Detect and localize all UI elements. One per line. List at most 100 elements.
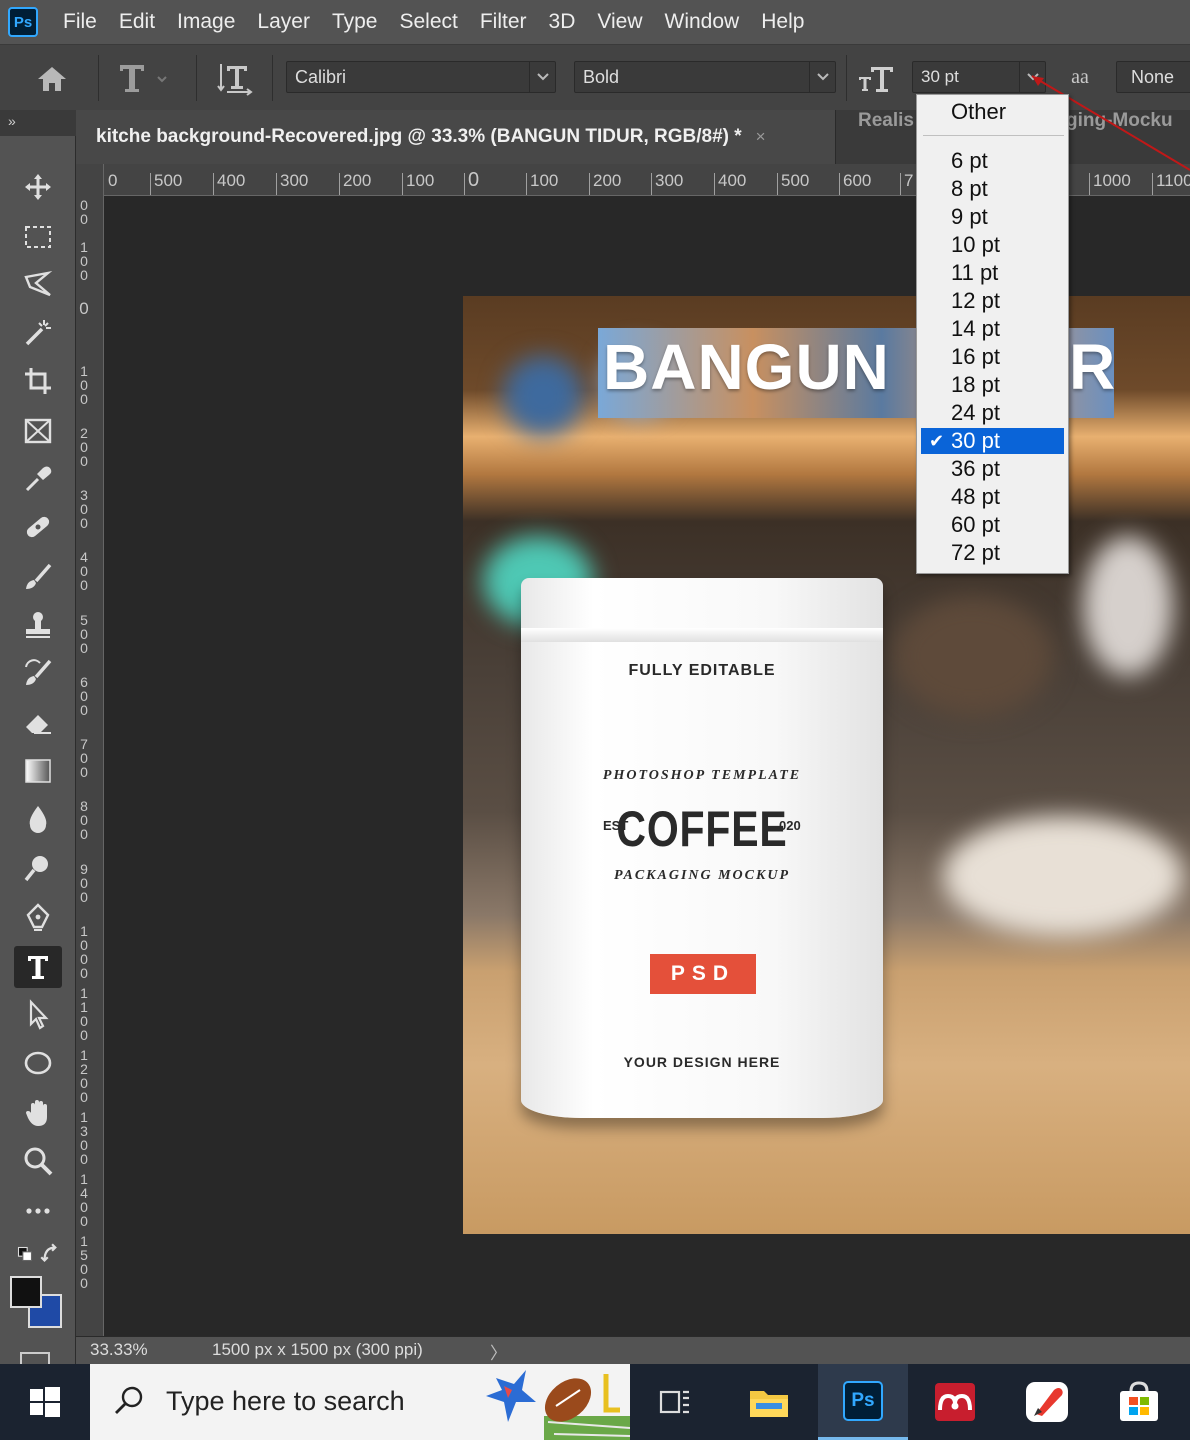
ruler-label: 700 [80,736,88,780]
search-icon [115,1386,143,1414]
size-option-18pt[interactable]: 18 pt [921,372,1064,398]
menu-view[interactable]: View [586,0,653,44]
gradient-tool-icon[interactable] [14,750,62,792]
status-bar: 33.33% 1500 px x 1500 px (300 ppi) 〉 [76,1336,1190,1364]
ruler-label: 200 [343,171,372,190]
magic-wand-icon[interactable] [14,312,62,354]
pdf-reader-app-icon[interactable] [1002,1364,1092,1440]
ruler-tick [651,173,652,195]
chevron-right-icon[interactable]: 〉 [490,1339,507,1364]
type-tool-preset-icon[interactable] [112,59,172,97]
taskbar-search-box[interactable]: Type here to search [90,1364,630,1440]
size-option-48pt[interactable]: 48 pt [921,484,1064,510]
menu-type[interactable]: Type [321,0,389,44]
pen-tool-icon[interactable] [14,896,62,938]
tab-title: kitche background-Recovered.jpg @ 33.3% … [96,126,742,147]
menu-edit[interactable]: Edit [108,0,166,44]
size-option-16pt[interactable]: 16 pt [921,344,1064,370]
pouch-year-text: 020 [779,818,801,833]
home-icon[interactable] [30,61,74,97]
dodge-tool-icon[interactable] [14,848,62,890]
eyedropper-icon[interactable] [14,458,62,500]
lasso-tool-icon[interactable] [14,264,62,306]
healing-brush-icon[interactable] [14,506,62,548]
psd-badge: PSD [650,954,756,994]
font-size-dropdown[interactable]: 30 pt [912,61,1046,93]
ruler-label: 1400 [80,1171,88,1229]
ruler-tick [339,173,340,195]
size-option-36pt[interactable]: 36 pt [921,456,1064,482]
panel-collapse-toggle[interactable]: » [0,110,76,136]
history-brush-icon[interactable] [14,652,62,694]
size-option-30pt-selected[interactable]: ✔ 30 pt [921,428,1064,454]
ruler-tick [1089,173,1090,195]
windows-taskbar: Type here to search Ps [0,1364,1190,1440]
microsoft-store-icon[interactable] [1094,1364,1184,1440]
ruler-label: 300 [655,171,684,190]
size-option-24pt[interactable]: 24 pt [921,400,1064,426]
size-option-11pt[interactable]: 11 pt [921,260,1064,286]
size-option-other[interactable]: Other [921,99,1064,125]
marquee-tool-icon[interactable] [14,216,62,258]
more-tools-icon[interactable] [14,1190,62,1232]
pouch-arc-top-text: PHOTOSHOP TEMPLATE [602,768,802,783]
menu-filter[interactable]: Filter [469,0,538,44]
menu-layer[interactable]: Layer [246,0,321,44]
divider [923,135,1064,136]
ruler-label: 800 [80,798,88,842]
size-option-10pt[interactable]: 10 pt [921,232,1064,258]
size-option-8pt[interactable]: 8 pt [921,176,1064,202]
menu-3d[interactable]: 3D [538,0,587,44]
menu-window[interactable]: Window [654,0,751,44]
size-option-72pt[interactable]: 72 pt [921,540,1064,566]
close-icon[interactable]: × [756,127,766,147]
size-option-14pt[interactable]: 14 pt [921,316,1064,342]
pouch-bottom-text: YOUR DESIGN HERE [623,1054,781,1070]
file-explorer-icon[interactable] [724,1364,814,1440]
clone-stamp-icon[interactable] [14,604,62,646]
toggle-text-orientation-icon[interactable] [212,59,258,97]
move-tool-icon[interactable] [14,166,62,208]
frame-tool-icon[interactable] [14,410,62,452]
font-family-dropdown[interactable]: Calibri [286,61,556,93]
task-view-icon[interactable] [630,1364,720,1440]
quick-mask-icon[interactable] [20,1352,50,1364]
ruler-tick [213,173,214,195]
menu-select[interactable]: Select [388,0,468,44]
swap-colors-icon[interactable] [14,1236,62,1272]
ellipse-tool-icon[interactable] [14,1042,62,1084]
tab-document-realistic[interactable]: Realis [858,110,914,164]
ruler-label: 900 [80,861,88,905]
foreground-color-swatch[interactable] [10,1276,42,1308]
size-option-12pt[interactable]: 12 pt [921,288,1064,314]
photoshop-logo-icon[interactable]: Ps [8,7,38,37]
font-style-dropdown[interactable]: Bold [574,61,836,93]
path-selection-icon[interactable] [14,994,62,1036]
banner-text-tail[interactable]: R [1069,330,1115,404]
size-option-6pt[interactable]: 6 pt [921,148,1064,174]
banner-text[interactable]: BANGUN [603,330,890,404]
menu-help[interactable]: Help [750,0,815,44]
ruler-label: 1200 [80,1047,88,1105]
photoshop-taskbar-icon[interactable]: Ps [818,1364,908,1440]
size-option-60pt[interactable]: 60 pt [921,512,1064,538]
mendeley-app-icon[interactable] [910,1364,1000,1440]
tab-active-document[interactable]: kitche background-Recovered.jpg @ 33.3% … [76,110,836,164]
windows-start-icon[interactable] [0,1364,90,1440]
document-canvas[interactable]: BANGUN R FULLY EDITABLE PHOTOSHOP TEMPLA… [463,296,1190,1234]
menu-file[interactable]: File [52,0,108,44]
menu-image[interactable]: Image [166,0,246,44]
font-style-value: Bold [583,67,620,87]
zoom-level[interactable]: 33.33% [90,1340,148,1360]
eraser-tool-icon[interactable] [14,702,62,744]
type-tool-icon[interactable] [14,946,62,988]
divider [846,55,847,101]
hand-tool-icon[interactable] [14,1092,62,1134]
ruler-label: 500 [781,171,810,190]
size-option-9pt[interactable]: 9 pt [921,204,1064,230]
zoom-tool-icon[interactable] [14,1140,62,1182]
brush-tool-icon[interactable] [14,556,62,598]
blur-tool-icon[interactable] [14,798,62,840]
crop-tool-icon[interactable] [14,360,62,402]
ruler-label: 1100 [80,985,88,1043]
